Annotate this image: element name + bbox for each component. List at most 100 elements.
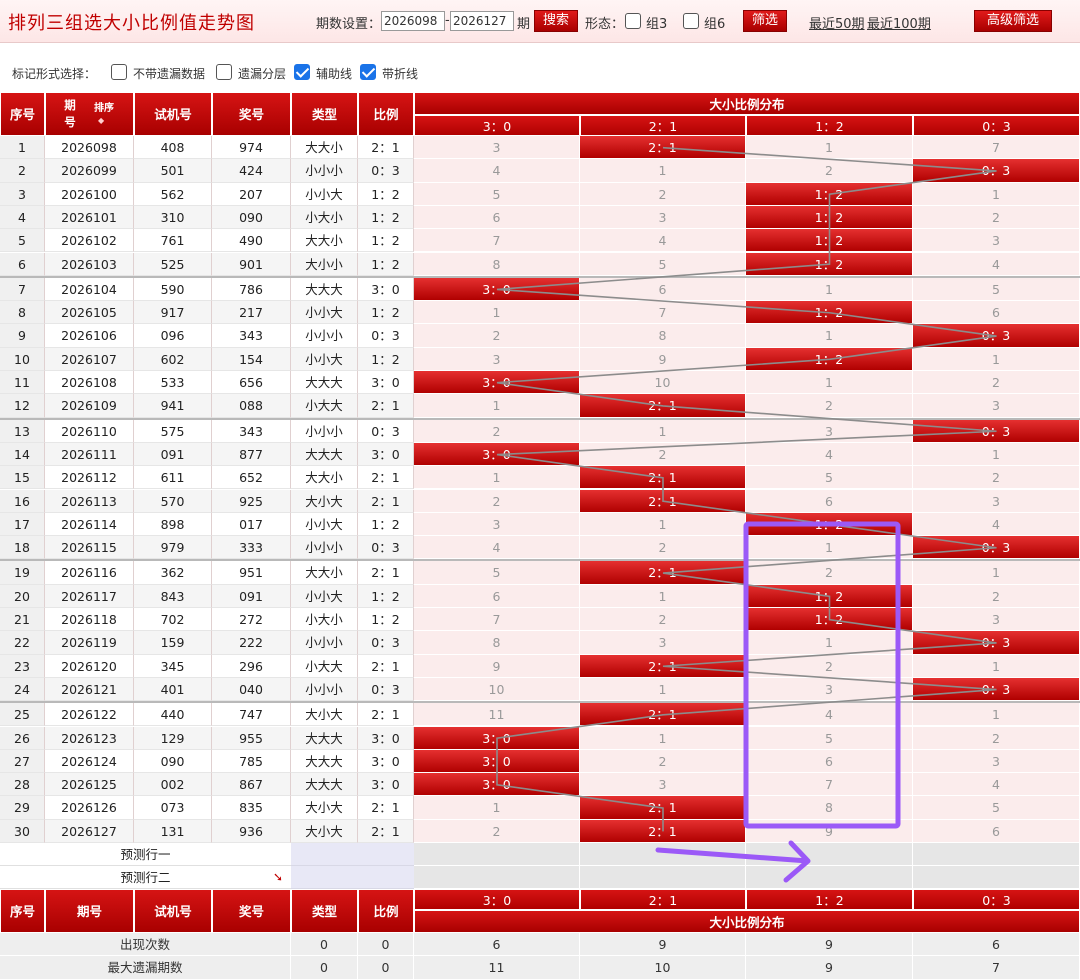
predict-row-2-cell[interactable] — [913, 866, 1080, 889]
row-ratio: 0：3 — [358, 536, 414, 560]
row-trial: 941 — [134, 394, 212, 418]
recent100-link[interactable]: 最近100期 — [867, 13, 931, 32]
dist-miss-cell: 3 — [414, 512, 580, 537]
stat-ratio: 0 — [358, 933, 414, 957]
row-seq: 28 — [0, 773, 45, 797]
predict-row-1-cell[interactable] — [913, 843, 1080, 866]
filter-button[interactable]: 筛选 — [743, 10, 787, 32]
stat-label: 最大遗漏期数 — [0, 956, 291, 980]
row-trial: 440 — [134, 703, 212, 727]
stat-type: 0 — [291, 933, 358, 957]
row-issue: 2026105 — [45, 301, 134, 325]
row-seq: 7 — [0, 277, 45, 302]
dist-miss-cell: 1 — [746, 371, 913, 395]
row-ratio: 0：3 — [358, 631, 414, 655]
row-issue: 2026099 — [45, 159, 134, 183]
row-prize: 333 — [212, 536, 291, 560]
predict-row-2-cell[interactable] — [414, 866, 580, 889]
dist-miss-cell: 3 — [580, 631, 746, 655]
predict-row-2-input[interactable] — [291, 866, 414, 889]
group3-checkbox[interactable] — [625, 13, 641, 29]
row-seq: 20 — [0, 584, 45, 608]
row-ratio: 1：2 — [358, 301, 414, 325]
dist-miss-cell: 1 — [580, 726, 746, 750]
row-trial: 562 — [134, 182, 212, 206]
sort-arrows-icon[interactable]: ◆ — [98, 113, 104, 129]
dist-miss-cell: 5 — [414, 561, 580, 585]
dist-miss-cell: 2 — [913, 584, 1080, 608]
row-prize: 017 — [212, 512, 291, 537]
dist-miss-cell: 2 — [746, 159, 913, 183]
dist-hit-cell: 0：3 — [913, 536, 1080, 560]
row-type: 小小小 — [291, 631, 358, 655]
row-trial: 002 — [134, 773, 212, 797]
dist-hit-cell: 3：0 — [414, 277, 580, 302]
group6-checkbox[interactable] — [683, 13, 699, 29]
col-header-dist-3: 0：3 — [913, 115, 1080, 136]
predict-row-1-cell[interactable] — [414, 843, 580, 866]
row-trial: 979 — [134, 536, 212, 560]
dist-miss-cell: 1 — [746, 136, 913, 160]
dist-hit-cell: 0：3 — [913, 324, 1080, 348]
miss-layer-checkbox[interactable] — [216, 64, 232, 80]
row-issue: 2026118 — [45, 608, 134, 632]
row-type: 小小小 — [291, 419, 358, 443]
row-seq: 14 — [0, 442, 45, 467]
predict-row-1-cell[interactable] — [746, 843, 913, 866]
row-type: 大大大 — [291, 749, 358, 774]
dist-miss-cell: 9 — [746, 819, 913, 843]
search-button[interactable]: 搜索 — [534, 10, 578, 32]
row-ratio: 3：0 — [358, 773, 414, 797]
polyline-checkbox[interactable] — [360, 64, 376, 80]
row-seq: 26 — [0, 726, 45, 750]
row-prize: 490 — [212, 229, 291, 253]
period-from-input[interactable] — [381, 11, 445, 31]
dist-miss-cell: 3 — [414, 347, 580, 371]
row-trial: 570 — [134, 489, 212, 513]
dist-miss-cell: 1 — [414, 301, 580, 325]
row-trial: 091 — [134, 442, 212, 467]
dist-miss-cell: 2 — [913, 371, 1080, 395]
dist-miss-cell: 3 — [913, 749, 1080, 774]
row-issue: 2026114 — [45, 512, 134, 537]
no-miss-data-checkbox[interactable] — [111, 64, 127, 80]
dist-hit-cell: 2：1 — [580, 819, 746, 843]
dist-miss-cell: 1 — [913, 347, 1080, 371]
dist-miss-cell: 3 — [746, 677, 913, 702]
row-prize: 272 — [212, 608, 291, 632]
dist-miss-cell: 3 — [580, 205, 746, 230]
row-trial: 761 — [134, 229, 212, 253]
advanced-filter-button[interactable]: 高级筛选 — [974, 10, 1052, 32]
predict-row-2-cell[interactable] — [580, 866, 746, 889]
top-toolbar: 排列三组选大小比例值走势图 期数设置： - 期 搜索 形态： 组3 组6 筛选 … — [0, 0, 1080, 43]
dist-miss-cell: 1 — [746, 324, 913, 348]
dist-hit-cell: 3：0 — [414, 726, 580, 750]
aux-line-checkbox[interactable] — [294, 64, 310, 80]
col-header-prize: 奖号 — [212, 92, 291, 136]
add-predict-row-icon[interactable]: ➘ — [273, 866, 283, 888]
row-type: 大大大 — [291, 442, 358, 467]
mark-options-label: 标记形式选择： — [12, 67, 97, 81]
row-type: 大大小 — [291, 229, 358, 253]
recent50-link[interactable]: 最近50期 — [809, 13, 865, 32]
dist-hit-cell: 2：1 — [580, 489, 746, 513]
row-trial: 501 — [134, 159, 212, 183]
row-issue: 2026126 — [45, 796, 134, 820]
row-trial: 129 — [134, 726, 212, 750]
row-ratio: 1：2 — [358, 252, 414, 276]
row-trial: 702 — [134, 608, 212, 632]
row-ratio: 2：1 — [358, 466, 414, 490]
period-to-input[interactable] — [450, 11, 514, 31]
row-seq: 13 — [0, 419, 45, 443]
dist-miss-cell: 2 — [414, 419, 580, 443]
footer-header-dist-2: 1：2 — [746, 889, 913, 910]
predict-row-1-cell[interactable] — [580, 843, 746, 866]
predict-row-2-cell[interactable] — [746, 866, 913, 889]
row-prize: 088 — [212, 394, 291, 418]
dist-miss-cell: 5 — [580, 252, 746, 276]
row-seq: 30 — [0, 819, 45, 843]
row-ratio: 0：3 — [358, 159, 414, 183]
dist-miss-cell: 5 — [414, 182, 580, 206]
row-prize: 040 — [212, 677, 291, 702]
predict-row-1-input[interactable] — [291, 843, 414, 866]
